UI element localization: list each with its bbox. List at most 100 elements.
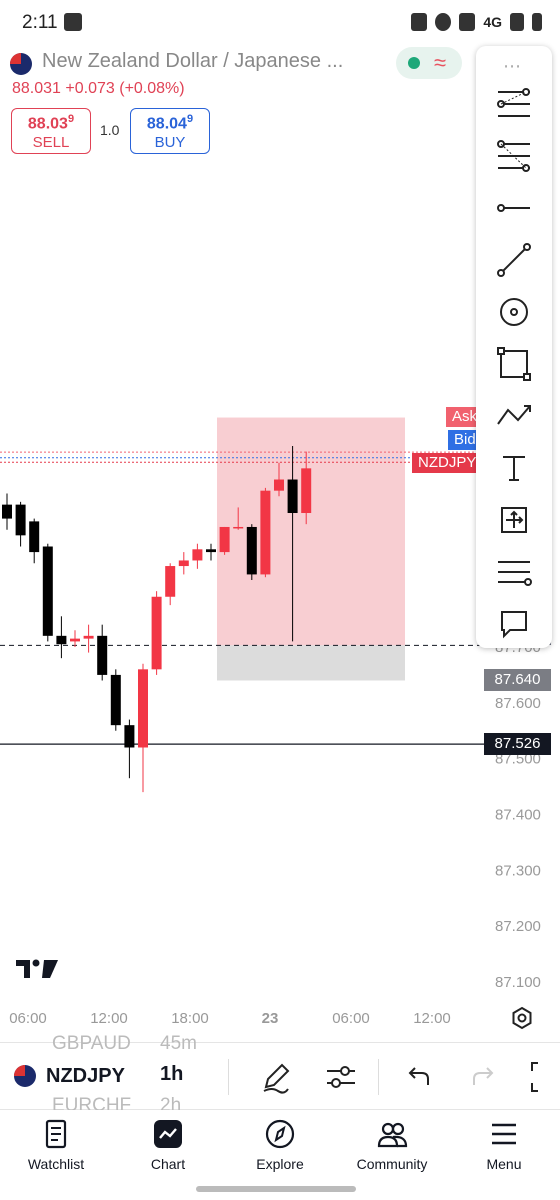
nzd-jpy-flag-icon — [10, 53, 32, 75]
candle-body — [83, 635, 94, 639]
community-icon — [377, 1122, 408, 1148]
nav-watchlist[interactable]: Watchlist — [6, 1118, 106, 1178]
x-axis-tick: 23 — [262, 1010, 279, 1027]
sell-label: SELL — [32, 134, 70, 152]
nav-menu[interactable]: Menu — [454, 1118, 554, 1178]
trend-line-tool[interactable] — [484, 236, 544, 284]
nav-community[interactable]: Community — [342, 1118, 442, 1178]
nav-label: Menu — [486, 1156, 522, 1172]
nav-chart[interactable]: Chart — [118, 1118, 218, 1178]
drag-handle-icon[interactable]: ⋯ — [498, 56, 528, 76]
price-change: +0.073 — [65, 80, 115, 97]
candle-body — [15, 504, 26, 536]
x-axis-tick: 18:00 — [171, 1010, 209, 1027]
buy-button[interactable]: 88.049 BUY — [130, 108, 210, 154]
buy-label: BUY — [154, 134, 186, 152]
market-status-pill[interactable]: ≈ — [396, 47, 462, 79]
nav-label: Watchlist — [27, 1156, 85, 1172]
status-icons: 4G — [411, 13, 542, 31]
y-axis-tick: 87.200 — [495, 918, 541, 935]
interval-selector[interactable]: 1h — [160, 1063, 183, 1086]
chart-settings-icon[interactable] — [510, 1006, 534, 1030]
path-tool[interactable] — [484, 392, 544, 440]
candle-body — [70, 638, 80, 642]
menu-icon — [492, 1123, 516, 1145]
sell-price: 88.039 — [27, 113, 75, 133]
candle-body — [246, 526, 257, 575]
indicators-icon[interactable] — [323, 1059, 359, 1095]
candle-body — [2, 504, 12, 519]
divider — [378, 1059, 379, 1095]
circle-icon — [500, 298, 528, 326]
status-time: 2:11 — [22, 12, 58, 33]
fullscreen-icon[interactable] — [528, 1059, 560, 1095]
undo-icon[interactable] — [400, 1059, 436, 1095]
compass-icon — [265, 1119, 295, 1149]
drawing-pen-icon[interactable] — [258, 1059, 294, 1095]
candle-body — [56, 635, 67, 645]
horizontal-ray-tool[interactable] — [484, 184, 544, 232]
y-axis-tick: 87.400 — [495, 806, 541, 823]
candle-body — [192, 549, 203, 561]
callout-tool[interactable] — [484, 600, 544, 648]
candle-body — [97, 635, 108, 675]
price-change-pct: (+0.08%) — [119, 80, 185, 97]
bottom-navigation: Watchlist Chart Explore Community Menu — [0, 1110, 560, 1178]
lock-icon — [411, 13, 428, 31]
candle-body — [42, 546, 53, 636]
status-bar: 2:11 4G — [0, 0, 560, 46]
symbol-selector[interactable]: NZDJPY — [14, 1061, 125, 1091]
y-axis-tick: 87.100 — [495, 974, 541, 991]
parallel-channel-tool[interactable] — [484, 548, 544, 596]
candle-body — [138, 669, 148, 748]
alarm-icon — [435, 13, 452, 31]
candle-body — [124, 725, 135, 748]
nav-explore[interactable]: Explore — [230, 1118, 330, 1178]
candle-body — [151, 596, 162, 670]
candle-body — [206, 549, 216, 553]
circle-tool[interactable] — [484, 288, 544, 336]
nav-label: Explore — [256, 1156, 304, 1172]
stop-loss-zone — [217, 645, 405, 681]
nzd-jpy-flag-icon — [14, 1065, 36, 1087]
network-type: 4G — [483, 14, 502, 30]
redo-icon[interactable] — [466, 1059, 502, 1095]
ghost-symbol-above: GBPAUD — [52, 1033, 131, 1054]
ghost-interval-above: 45m — [160, 1033, 197, 1054]
symbol-title[interactable]: New Zealand Dollar / Japanese ... — [42, 50, 382, 73]
rectangle-tool[interactable] — [484, 340, 544, 388]
gallery-notification-icon — [64, 13, 82, 31]
home-indicator — [196, 1186, 356, 1192]
y-axis-tick: 87.600 — [495, 695, 541, 712]
last-price-line: 88.031 +0.073 (+0.08%) — [12, 80, 185, 98]
candle-body — [29, 521, 40, 553]
buy-price: 88.049 — [146, 113, 194, 133]
last-price: 88.031 — [12, 80, 61, 97]
trend-line-icon — [497, 243, 531, 277]
horizontal-ray-icon — [497, 204, 530, 212]
text-icon — [503, 456, 525, 481]
mute-icon — [459, 13, 476, 31]
sell-button[interactable]: 88.039 SELL — [11, 108, 91, 154]
trend-fib-tool[interactable] — [484, 80, 544, 128]
tradingview-logo — [16, 959, 58, 978]
candle-body — [178, 560, 189, 567]
measure-icon — [501, 507, 527, 533]
candle-body — [287, 479, 298, 514]
trend-fib-icon — [497, 88, 530, 117]
rectangle-icon — [497, 347, 531, 381]
x-axis-tick: 06:00 — [332, 1010, 370, 1027]
battery-icon — [532, 13, 542, 31]
current-symbol: NZDJPY — [46, 1064, 125, 1087]
candle-body — [274, 479, 284, 491]
chart-icon — [154, 1120, 182, 1148]
text-tool[interactable] — [484, 444, 544, 492]
x-axis-tick: 12:00 — [413, 1010, 451, 1027]
market-open-dot-icon — [408, 57, 420, 69]
drawing-toolbar: ⋯ — [476, 46, 552, 648]
fib-retracement-tool[interactable] — [484, 132, 544, 180]
candle-body — [110, 674, 121, 726]
signal-icon — [510, 13, 524, 31]
candle-body — [260, 490, 271, 575]
measure-tool[interactable] — [484, 496, 544, 544]
